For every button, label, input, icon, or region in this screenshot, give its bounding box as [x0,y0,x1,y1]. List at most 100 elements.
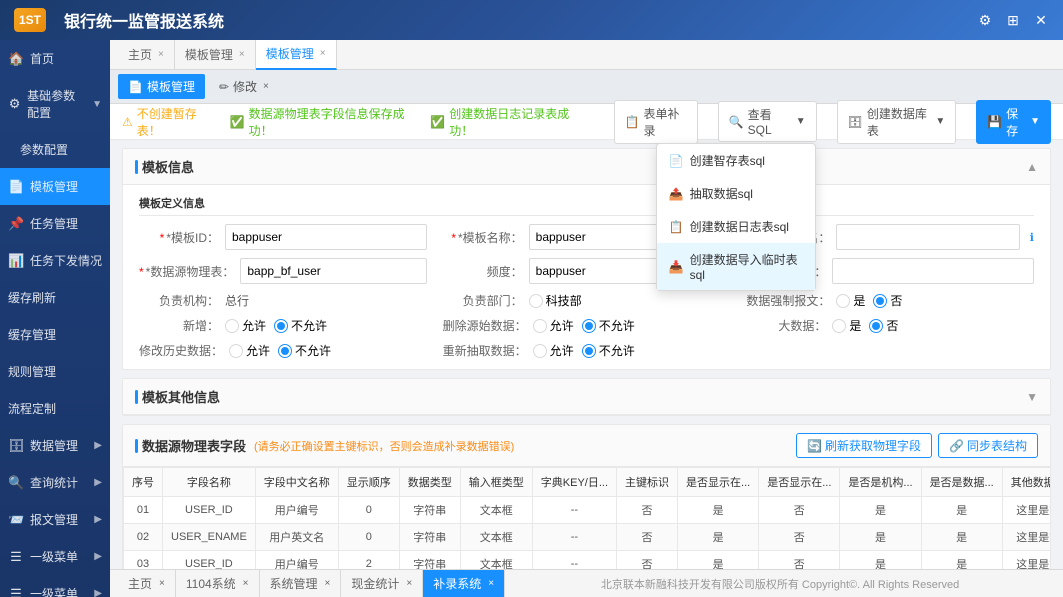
sec-tab-template[interactable]: 📄 模板管理 [118,74,205,99]
sidebar-label-basic: 基础参数配置 [27,87,86,121]
bottom-tab-cash-close[interactable]: × [406,578,412,589]
radio-refetch-allow[interactable]: 允许 [533,342,574,359]
dropdown-extract-sql[interactable]: 📤 抽取数据sql [657,177,815,210]
template-info-title: 模板信息 [135,157,194,176]
other-info-section: 模板其他信息 ▼ [122,378,1051,416]
view-sql-button[interactable]: 🔍 查看SQL ▼ 📄 创建智存表sql 📤 抽取数据sql 📋 创建 [718,101,817,142]
radio-force-no[interactable]: 否 [873,292,902,309]
sidebar-item-data-manage[interactable]: 🗄 数据管理 ▶ [0,427,110,464]
create-save-input[interactable] [832,258,1034,284]
tab-template-manage1[interactable]: 模板管理 × [175,40,256,70]
section-collapse-icon[interactable]: ▲ [1026,160,1038,174]
radio-refetch-deny[interactable]: 不允许 [582,342,635,359]
radio-modify-allow[interactable]: 允许 [229,342,270,359]
save-table-input[interactable] [836,224,1019,250]
radio-del-deny[interactable]: 不允许 [582,317,635,334]
success1-icon: ✅ [230,115,245,129]
table-row[interactable]: 03USER_ID用户编号2字符串文本框--否是否是是这里是文字这里是文字这里是… [124,551,1051,570]
sidebar-item-message[interactable]: 📨 报文管理 ▶ [0,501,110,538]
del-allow-label: 允许 [550,317,574,334]
bottom-tab-home-close[interactable]: × [159,578,165,589]
tab-home-close[interactable]: × [158,49,164,60]
sidebar-item-query[interactable]: 🔍 查询统计 ▶ [0,464,110,501]
refetch-deny-label: 不允许 [599,342,635,359]
sidebar-item-rules[interactable]: 规则管理 [0,353,110,390]
table-cell: 字符串 [399,524,460,551]
create-db-table-button[interactable]: 🗄 创建数据库表 ▼ [837,100,957,144]
radio-keji[interactable]: 科技部 [529,292,582,309]
header-logo: 1ST [12,6,48,34]
table-supplement-button[interactable]: 📋 表单补录 [614,100,698,144]
sidebar-item-cache-refresh[interactable]: 缓存刷新 [0,279,110,316]
bottom-tab-cash[interactable]: 现金统计 × [341,570,423,597]
bottom-tab-supplement-close[interactable]: × [488,578,494,589]
refresh-fields-button[interactable]: 🔄 刷新获取物理字段 [796,433,932,458]
radio-force-yes[interactable]: 是 [836,292,865,309]
other-section-collapse[interactable]: ▼ [1026,390,1038,404]
add-allow-label: 允许 [242,317,266,334]
tooltip-icon[interactable]: ℹ [1030,231,1034,244]
radio-del-allow[interactable]: 允许 [533,317,574,334]
template-id-input[interactable] [225,224,427,250]
bottom-tab-home[interactable]: 主页 × [118,570,176,597]
sidebar-item-task[interactable]: 📌 任务管理 [0,205,110,242]
sidebar-item-flow[interactable]: 流程定制 [0,390,110,427]
sidebar-item-task-dispatch[interactable]: 📊 任务下发情况 [0,242,110,279]
force-yes-label: 是 [853,292,865,309]
bottom-tab-1104[interactable]: 1104系统 × [176,570,260,597]
table-cell: 否 [617,497,678,524]
col-org: 是否是机构... [840,468,921,497]
col-show1: 是否显示在... [678,468,759,497]
sec-tab-modify[interactable]: ✏ 修改 × [209,74,279,99]
dropdown-log-table-sql[interactable]: 📋 创建数据日志表sql [657,210,815,243]
sidebar-item-home[interactable]: 🏠 首页 [0,40,110,77]
force-report-group: 是 否 [836,292,902,309]
org-radio-group: 总行 [225,292,249,309]
sync-structure-button[interactable]: 🔗 同步表结构 [938,433,1038,458]
sidebar-item-template[interactable]: 📄 模板管理 [0,168,110,205]
sql-dropdown-arrow[interactable]: ▼ [796,116,806,127]
datasource-input[interactable] [240,258,426,284]
add-deny-label: 不允许 [291,317,327,334]
table-header: 数据源物理表字段 (请务必正确设置主键标识，否则会造成补录数据错误) 🔄 刷新获… [123,425,1050,467]
sec-tab-modify-close[interactable]: × [263,81,269,92]
tab-template1-close[interactable]: × [239,49,245,60]
tab-template-manage2[interactable]: 模板管理 × [256,40,337,70]
radio-modify-deny[interactable]: 不允许 [278,342,331,359]
bottom-tab-sysmanage[interactable]: 系统管理 × [260,570,342,597]
create-save-icon: 📄 [669,154,684,168]
radio-big-yes[interactable]: 是 [832,317,861,334]
sidebar-item-menu2[interactable]: ☰ 一级菜单 ▶ [0,575,110,597]
bottom-tab-sysmanage-close[interactable]: × [325,578,331,589]
table-row[interactable]: 02USER_ENAME用户英文名0字符串文本框--否是否是是这里是文字这里是文… [124,524,1051,551]
db-arrow[interactable]: ▼ [935,116,945,127]
save-button[interactable]: 💾 保存 ▼ [976,100,1051,144]
radio-add-deny[interactable]: 不允许 [274,317,327,334]
table-row[interactable]: 01USER_ID用户编号0字符串文本框--否是否是是这里是文字这里是文字这里是… [124,497,1051,524]
radio-add-allow[interactable]: 允许 [225,317,266,334]
field-big-data: 大数据： 是 否 [746,317,1034,334]
tab-template2-close[interactable]: × [320,48,326,59]
save-arrow[interactable]: ▼ [1030,116,1040,127]
dropdown-create-save-sql[interactable]: 📄 创建智存表sql [657,144,815,177]
tab-home[interactable]: 主页 × [118,40,175,70]
sidebar-item-param[interactable]: 参数配置 [0,131,110,168]
bottom-tab-supplement[interactable]: 补录系统 × [423,570,505,597]
table-cell: 0 [338,497,399,524]
radio-big-no[interactable]: 否 [869,317,898,334]
bottom-tab-1104-close[interactable]: × [243,578,249,589]
sidebar-item-basic-config[interactable]: ⚙ 基础参数配置 ▼ [0,77,110,131]
sidebar-label-cache-manage: 缓存管理 [8,326,56,343]
sidebar-label-query: 查询统计 [30,474,78,491]
sidebar-item-menu1[interactable]: ☰ 一级菜单 ▶ [0,538,110,575]
expand-icon[interactable]: ⊞ [1003,12,1023,29]
del-datasource-label: 删除源始数据： [443,317,527,334]
sidebar-item-cache-manage[interactable]: 缓存管理 [0,316,110,353]
close-icon[interactable]: ✕ [1031,12,1051,29]
table-cell: 否 [759,551,840,570]
radio-force-no-dot [873,294,887,308]
home-icon: 🏠 [8,51,24,67]
dropdown-import-temp-sql[interactable]: 📥 创建数据导入临时表sql [657,243,815,290]
radio-big-no-dot [869,319,883,333]
settings-icon[interactable]: ⚙ [975,12,995,29]
